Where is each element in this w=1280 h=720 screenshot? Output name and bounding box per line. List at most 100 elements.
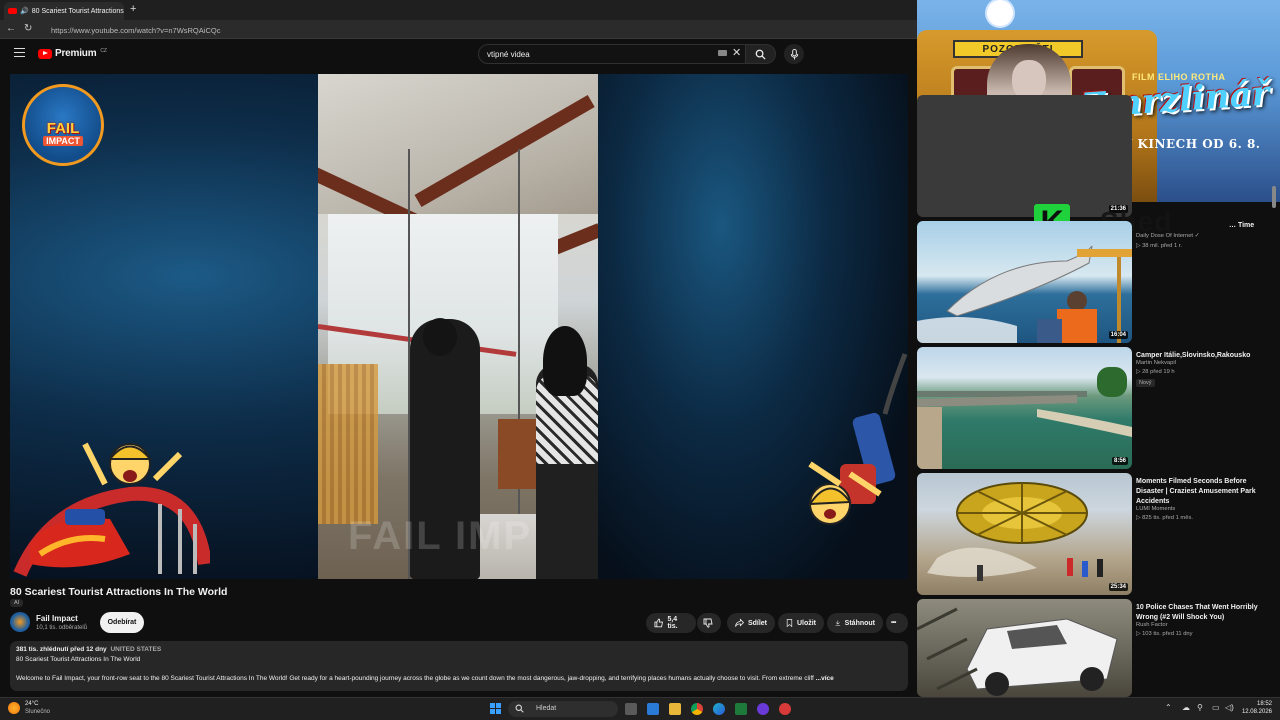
bungee-jumper-cartoon <box>808 353 908 525</box>
description-box[interactable]: 381 tis. zhlédnutí před 12 dny UNITED ST… <box>10 641 908 691</box>
channel-avatar[interactable] <box>10 612 30 632</box>
ad-face <box>1012 60 1046 100</box>
more-actions-button[interactable]: ••• <box>886 613 908 633</box>
video-thumbnail[interactable] <box>917 599 1132 697</box>
search-icon <box>755 49 766 60</box>
crashed-truck-image <box>917 607 1118 696</box>
channel-name[interactable]: Fail Impact <box>36 614 78 623</box>
weather-temperature[interactable]: 24°C <box>25 701 38 707</box>
windows-start-icon[interactable] <box>490 703 501 714</box>
chevron-up-icon[interactable]: ⌃ <box>1165 703 1172 712</box>
view-count: ▷ 825 tis. před 1 měs. <box>1136 515 1193 521</box>
suggested-video[interactable]: 8:56 Camper Itálie,Slovinsko,Rakousko Ma… <box>917 347 1280 469</box>
subscriber-count: 10,1 tis. odběratelů <box>36 625 88 631</box>
show-more-link[interactable]: ...více <box>816 675 834 682</box>
video-duration: 8:56 <box>1111 457 1128 465</box>
download-icon <box>835 620 841 626</box>
description-body: Welcome to Fail Impact, your front-row s… <box>16 675 814 682</box>
new-badge: Nový <box>1136 379 1155 387</box>
search-button[interactable] <box>746 44 776 64</box>
video-thumbnail[interactable]: 8:56 <box>917 347 1132 469</box>
description-meta: 381 tis. zhlédnutí před 12 dny UNITED ST… <box>16 646 902 653</box>
share-label: Sdílet <box>747 619 767 627</box>
file-explorer-icon[interactable] <box>669 703 681 715</box>
volume-icon[interactable]: ◁) <box>1225 703 1234 712</box>
share-button[interactable]: Sdílet <box>727 613 775 633</box>
video-duration: 16:04 <box>1108 331 1128 339</box>
edge-icon[interactable] <box>713 703 725 715</box>
ai-tag: AI <box>10 599 24 607</box>
suggested-video[interactable]: 25:34 Moments Filmed Seconds Before Disa… <box>917 473 1280 595</box>
subscribe-button[interactable]: Odebírat <box>100 612 144 633</box>
scrollbar-thumb[interactable] <box>1272 186 1276 208</box>
whale-image <box>917 245 1132 343</box>
new-tab-button[interactable]: + <box>130 3 136 15</box>
tab-title: 80 Scariest Tourist Attractions <box>31 7 124 15</box>
voice-search-button[interactable] <box>784 44 804 64</box>
reload-icon[interactable]: ↻ <box>24 23 32 34</box>
channel-name[interactable]: Rush Factor <box>1136 622 1168 628</box>
address-bar: ← ↻ https://www.youtube.com/watch?v=n7Ws… <box>0 20 917 39</box>
logo-region: CZ <box>100 48 107 54</box>
like-count: 5,4 tis. <box>667 616 678 630</box>
taskbar-search[interactable]: Hledat <box>508 701 618 717</box>
channel-name[interactable]: LUMI Moments <box>1136 506 1175 512</box>
coaster-structure <box>318 364 378 524</box>
person-hair <box>543 326 587 396</box>
task-view-icon[interactable] <box>625 703 637 715</box>
thumbs-down-icon <box>703 618 713 628</box>
sun-icon[interactable] <box>8 702 20 714</box>
view-count: ▷ 103 tis. před 11 dny <box>1136 631 1193 637</box>
logo-text: Premium <box>55 48 97 59</box>
save-button[interactable]: Uložit <box>778 613 824 633</box>
views-date: 381 tis. zhlédnutí před 12 dny <box>16 646 107 653</box>
video-frame: FAIL IMP <box>318 74 598 579</box>
keyboard-icon[interactable] <box>718 50 727 56</box>
hamburger-menu-icon[interactable] <box>14 48 25 57</box>
video-title[interactable]: 10 Police Chases That Went Horribly Wron… <box>1136 603 1276 623</box>
app-icon[interactable] <box>779 703 791 715</box>
share-icon <box>735 618 744 627</box>
like-button[interactable]: 5,4 tis. <box>646 613 696 633</box>
browser-tab-bar: 🔊 80 Scariest Tourist Attractions × + <box>0 0 917 20</box>
youtube-favicon-icon <box>8 8 17 14</box>
usb-icon[interactable]: ⚲ <box>1197 703 1203 712</box>
right-column: POZOR DĚTI FILM ELIHO ROTHA Zmrzlinář V … <box>917 0 1280 697</box>
youtube-premium-logo[interactable]: Premium CZ <box>38 48 107 59</box>
video-thumbnail[interactable]: 21:36 <box>917 95 1132 217</box>
clock-time[interactable]: 18:52 <box>1238 701 1272 707</box>
back-arrow-icon[interactable]: ← <box>6 23 16 34</box>
suggested-video[interactable]: 16:04 <box>917 221 1280 343</box>
network-icon[interactable]: ▭ <box>1212 703 1220 712</box>
youtube-play-icon <box>38 48 52 59</box>
thumbs-up-icon <box>654 618 664 628</box>
chrome-icon[interactable] <box>691 703 703 715</box>
clear-search-icon[interactable]: ✕ <box>732 46 741 59</box>
browser-tab[interactable]: 🔊 80 Scariest Tourist Attractions × <box>4 2 124 20</box>
suggested-video[interactable]: 21:36 … Time Daily Dose Of Internet ✓ ▷ … <box>917 95 1280 249</box>
youtube-header: Premium CZ vtipné videa ✕ <box>0 40 917 70</box>
video-title: 80 Scariest Tourist Attractions In The W… <box>10 586 228 598</box>
clock-date[interactable]: 12.08.2026 <box>1238 709 1272 715</box>
messenger-icon[interactable] <box>757 703 769 715</box>
weather-condition[interactable]: Slunečno <box>25 709 50 715</box>
suggested-video[interactable]: 10 Police Chases That Went Horribly Wron… <box>917 599 1280 697</box>
video-title[interactable]: Moments Filmed Seconds Before Disaster |… <box>1136 477 1276 507</box>
dislike-button[interactable] <box>697 613 721 633</box>
mascot-icon <box>987 0 1013 26</box>
search-input[interactable]: vtipné videa <box>478 44 746 64</box>
url-field[interactable]: https://www.youtube.com/watch?v=n7WsRQAi… <box>45 23 915 37</box>
cloud-icon[interactable]: ☁ <box>1182 703 1190 712</box>
video-thumbnail[interactable]: 25:34 <box>917 473 1132 595</box>
speaker-icon[interactable]: 🔊 <box>20 7 29 15</box>
outlook-icon[interactable] <box>647 703 659 715</box>
video-player[interactable]: FAIL IMPACT FAIL IMP <box>10 74 908 579</box>
channel-name[interactable]: Martin Nekvapil <box>1136 360 1176 366</box>
badge-text-bottom: IMPACT <box>43 136 83 146</box>
excel-icon[interactable] <box>735 703 747 715</box>
download-button[interactable]: Stáhnout <box>827 613 883 633</box>
video-thumbnail[interactable]: 16:04 <box>917 221 1132 343</box>
country-tag[interactable]: UNITED STATES <box>110 646 161 653</box>
description-text: Welcome to Fail Impact, your front-row s… <box>16 675 902 682</box>
sidebar-scrollbar[interactable] <box>1272 186 1276 696</box>
